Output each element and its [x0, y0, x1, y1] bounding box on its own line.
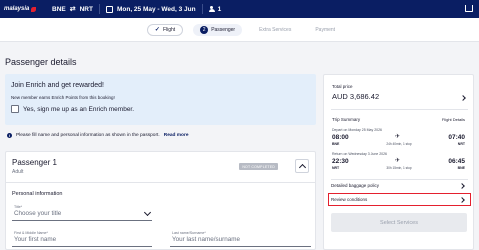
- origin-code: BNE: [52, 5, 66, 13]
- travel-dates: Mon, 25 May - Wed, 3 Jun: [116, 5, 196, 13]
- title-value: Choose your title: [14, 210, 62, 217]
- personal-info-heading: Personal information: [12, 191, 63, 197]
- top-bar: malaysia BNE ⇄ NRT Mon, 25 May - Wed, 3 …: [0, 0, 479, 18]
- divider: [331, 179, 468, 180]
- first-name-label: First & Middle Name*: [14, 231, 48, 235]
- title-label: Title*: [14, 205, 23, 209]
- total-price-value: AUD 3,686.42: [332, 92, 380, 101]
- swap-arrows-icon: ⇄: [69, 6, 76, 13]
- return-label: Return on Wednesday 3 June 2026: [332, 152, 388, 156]
- enrich-signup-option[interactable]: Yes, sign me up as an Enrich member.: [11, 105, 310, 113]
- step-extra-services: Extra Services: [252, 24, 298, 36]
- total-price-label: Total price: [332, 84, 353, 89]
- return-duration: 30h 15min, 1 stop: [386, 166, 412, 170]
- collapse-button[interactable]: [295, 159, 309, 173]
- divider: [98, 4, 100, 14]
- date-summary[interactable]: Mon, 25 May - Wed, 3 Jun: [105, 5, 196, 13]
- step-label: Payment: [315, 26, 336, 33]
- review-conditions-row[interactable]: Review conditions: [328, 193, 471, 206]
- review-conditions-label: Review conditions: [331, 197, 368, 202]
- review-chevron-icon: [459, 196, 465, 203]
- step-label: Passenger: [211, 26, 236, 33]
- step-payment: Payment: [308, 24, 342, 36]
- step-number: 2: [200, 25, 209, 34]
- read-more-link[interactable]: Read more: [164, 133, 189, 138]
- flight-details-link[interactable]: Flight Details: [442, 117, 465, 122]
- last-name-label: Last name/Surname*: [172, 231, 206, 235]
- person-icon: [208, 5, 215, 13]
- last-name-field[interactable]: Last name/Surname* Your last name/surnam…: [170, 231, 311, 247]
- depart-arr-code: NRT: [457, 142, 465, 146]
- chevron-up-icon: [298, 163, 306, 172]
- depart-dep-code: BNE: [332, 142, 340, 146]
- passenger-count[interactable]: 1: [208, 5, 222, 13]
- return-arr-code: BNE: [457, 166, 465, 170]
- passport-info-note: i Please fill name and personal informat…: [7, 133, 189, 138]
- logo-mark-icon: [31, 6, 37, 12]
- passenger-card-header[interactable]: Passenger 1 Adult NOT COMPLETED: [6, 152, 315, 183]
- baggage-policy-link[interactable]: Detailed baggage policy: [331, 183, 379, 188]
- destination-code: NRT: [79, 5, 93, 13]
- last-name-placeholder: Your last name/surname: [172, 236, 241, 243]
- plane-icon: ✈: [395, 134, 401, 140]
- check-icon: ✓: [154, 27, 160, 33]
- first-name-placeholder: Your first name: [14, 236, 57, 243]
- info-text: Please fill name and personal informatio…: [16, 133, 160, 138]
- divider: [331, 109, 468, 110]
- info-icon: i: [7, 133, 12, 138]
- step-passenger[interactable]: 2 Passenger: [193, 23, 243, 36]
- logo-text: malaysia: [4, 6, 30, 12]
- title-select[interactable]: Title* Choose your title: [12, 205, 152, 221]
- depart-arr-time: 07:40: [448, 134, 465, 141]
- enrich-signup-checkbox[interactable]: [11, 105, 19, 113]
- depart-label: Depart on Monday 25 May 2026: [332, 128, 383, 132]
- depart-duration: 24h 40min, 1 stop: [386, 142, 412, 146]
- route-summary[interactable]: BNE ⇄ NRT: [52, 5, 93, 14]
- calendar-icon: [105, 5, 113, 13]
- return-dep-code: NRT: [332, 166, 340, 170]
- step-label: Extra Services: [259, 26, 292, 33]
- step-label: Flight: [162, 26, 176, 33]
- enrich-subtext: New member earns Enrich Points from this…: [11, 95, 115, 100]
- return-dep-time: 22:30: [332, 158, 349, 165]
- booking-steps: ✓ Flight 2 Passenger Extra Services Paym…: [0, 18, 479, 42]
- enrich-checkbox-label: Yes, sign me up as an Enrich member.: [23, 105, 135, 113]
- status-badge: NOT COMPLETED: [239, 163, 278, 170]
- total-price-chevron-icon[interactable]: [460, 95, 466, 101]
- select-services-button[interactable]: Select Services: [331, 213, 467, 232]
- enrich-signup-panel: Join Enrich and get rewarded! New member…: [5, 74, 316, 125]
- first-name-field[interactable]: First & Middle Name* Your first name: [12, 231, 152, 247]
- passenger-count-value: 1: [217, 5, 222, 13]
- plane-icon: ✈: [395, 158, 401, 164]
- cart-icon[interactable]: [465, 5, 473, 12]
- trip-summary-label: Trip Summary: [332, 117, 361, 122]
- page-title: Passenger details: [5, 57, 77, 67]
- enrich-heading: Join Enrich and get rewarded!: [11, 82, 104, 89]
- divider: [201, 4, 203, 14]
- depart-dep-time: 08:00: [332, 134, 349, 141]
- return-arr-time: 06:45: [448, 158, 465, 165]
- passenger-card: Passenger 1 Adult NOT COMPLETED Personal…: [5, 151, 316, 250]
- step-flight[interactable]: ✓ Flight: [146, 23, 184, 36]
- airline-logo[interactable]: malaysia: [4, 6, 40, 12]
